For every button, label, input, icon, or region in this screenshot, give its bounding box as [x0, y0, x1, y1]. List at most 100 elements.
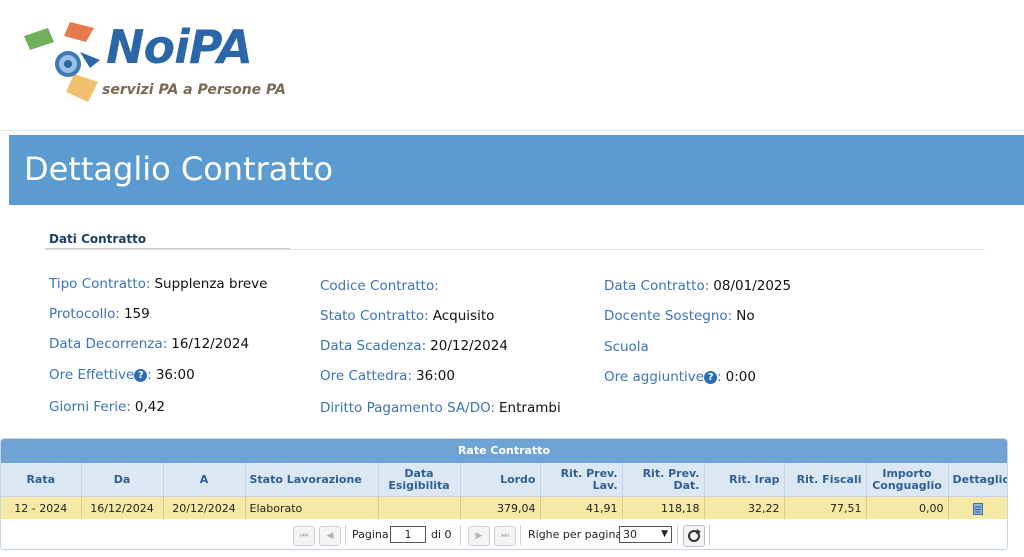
field-value: Acquisito: [432, 308, 495, 324]
field-value: 0,42: [134, 399, 165, 415]
field-scuola: Scuola: [604, 339, 653, 355]
rows-per-page-label: Righe per pagina:: [528, 528, 626, 541]
field-label: Data Scadenza:: [320, 338, 427, 354]
pager-divider: [345, 525, 346, 545]
table-header-row: Rata Da A Stato Lavorazione Data Esigibi…: [1, 463, 1007, 497]
field-stato-contratto: Stato Contratto: Acquisito: [320, 308, 494, 324]
field-label: Ore Cattedra:: [320, 368, 413, 384]
chevron-down-icon: ▼: [661, 529, 668, 539]
pager-divider: [460, 525, 461, 545]
rows-per-page-value: 30: [623, 528, 637, 541]
logo-mark-icon: [24, 22, 100, 102]
field-value: 20/12/2024: [430, 338, 508, 354]
section-title: Dati Contratto: [49, 232, 147, 246]
cell-stato-lavorazione: Elaborato: [245, 496, 379, 519]
pager-divider: [677, 525, 678, 545]
column-header-da[interactable]: Da: [81, 463, 164, 497]
column-header-lordo[interactable]: Lordo: [460, 463, 541, 497]
section-underline: [45, 248, 290, 249]
field-value: 36:00: [416, 368, 455, 384]
field-value: 08/01/2025: [713, 278, 792, 294]
cell-dettaglio: [948, 496, 1007, 519]
cell-importo-conguaglio: 0,00: [866, 496, 949, 519]
pager-divider: [520, 525, 521, 545]
field-value: 16/12/2024: [171, 336, 250, 352]
refresh-icon: [688, 529, 701, 542]
page-title: Dettaglio Contratto: [24, 150, 334, 188]
field-data-scadenza: Data Scadenza: 20/12/2024: [320, 338, 508, 354]
field-data-decorrenza: Data Decorrenza: 16/12/2024: [49, 336, 249, 352]
field-value: 0:00: [725, 369, 756, 385]
field-docente-sostegno: Docente Sostegno: No: [604, 308, 755, 324]
document-icon[interactable]: [972, 502, 983, 515]
field-tipo-contratto: Tipo Contratto: Supplenza breve: [49, 276, 267, 292]
field-label: Data Contratto:: [604, 278, 710, 294]
field-value: Entrambi: [499, 400, 561, 416]
field-ore-cattedra: Ore Cattedra: 36:00: [320, 368, 455, 384]
logo-brand: NoiPA: [106, 20, 253, 74]
column-header-dettaglio[interactable]: Dettaglio: [948, 463, 1007, 497]
field-value: Supplenza breve: [154, 276, 268, 292]
logo-tagline: servizi PA a Persone PA: [102, 82, 286, 98]
field-label: Tipo Contratto:: [49, 276, 151, 292]
prev-page-button[interactable]: ◀: [319, 526, 341, 546]
field-value: No: [736, 308, 755, 324]
cell-data-esigibilita: [378, 496, 461, 519]
field-data-contratto: Data Contratto: 08/01/2025: [604, 278, 791, 294]
rate-table: Rata Da A Stato Lavorazione Data Esigibi…: [1, 463, 1007, 519]
help-icon[interactable]: ?: [704, 371, 718, 384]
cell-da: 16/12/2024: [81, 496, 164, 519]
column-header-rit-prev-dat[interactable]: Rit. Prev. Dat.: [622, 463, 705, 497]
field-ore-effettive: Ore Effettive?:36:00: [49, 367, 195, 383]
field-label-suffix: :: [717, 369, 722, 385]
table-row[interactable]: 12 - 2024 16/12/2024 20/12/2024 Elaborat…: [1, 496, 1007, 519]
site-header: NoiPA servizi PA a Persone PA: [0, 0, 1024, 131]
column-header-rit-prev-lav[interactable]: Rit. Prev. Lav.: [540, 463, 623, 497]
column-header-a[interactable]: A: [163, 463, 246, 497]
page-title-bar: Dettaglio Contratto: [9, 135, 1024, 205]
field-label: Stato Contratto:: [320, 308, 429, 324]
column-header-rit-irap[interactable]: Rit. Irap: [704, 463, 785, 497]
cell-rit-fiscali: 77,51: [784, 496, 867, 519]
field-protocollo: Protocollo: 159: [49, 306, 150, 322]
rows-per-page-select[interactable]: 30 ▼: [619, 526, 672, 543]
noipa-logo[interactable]: NoiPA servizi PA a Persone PA: [20, 18, 300, 108]
field-label: Giorni Ferie:: [49, 399, 131, 415]
grid-caption: Rate Contratto: [1, 439, 1007, 463]
field-label: Docente Sostegno:: [604, 308, 733, 324]
field-label: Protocollo:: [49, 306, 120, 322]
pager-divider: [709, 525, 710, 545]
field-label: Diritto Pagamento SA/DO:: [320, 400, 496, 416]
field-label: Scuola: [604, 339, 649, 355]
column-header-importo-conguaglio[interactable]: Importo Conguaglio: [866, 463, 949, 497]
page-label: Pagina: [352, 528, 389, 541]
field-giorni-ferie: Giorni Ferie: 0,42: [49, 399, 165, 415]
field-label: Ore Effettive: [49, 367, 135, 383]
page-count-label: di 0: [431, 528, 452, 541]
field-value: 159: [123, 306, 150, 322]
field-codice-contratto: Codice Contratto:: [320, 278, 443, 294]
field-value: 36:00: [155, 367, 195, 383]
field-label: Ore aggiuntive: [604, 369, 705, 385]
help-icon[interactable]: ?: [134, 369, 148, 382]
refresh-button[interactable]: [683, 525, 705, 547]
column-header-rata[interactable]: Rata: [1, 463, 82, 497]
cell-rit-prev-dat: 118,18: [622, 496, 705, 519]
page-number-input[interactable]: 1: [390, 526, 426, 543]
section-divider: [45, 249, 985, 250]
cell-a: 20/12/2024: [163, 496, 246, 519]
last-page-button[interactable]: ⏭: [494, 526, 516, 546]
cell-lordo: 379,04: [460, 496, 541, 519]
rate-contratto-grid: Rate Contratto Rata Da A Stato Lavorazio…: [0, 438, 1008, 550]
column-header-stato-lavorazione[interactable]: Stato Lavorazione: [245, 463, 379, 497]
field-ore-aggiuntive: Ore aggiuntive?:0:00: [604, 369, 756, 385]
column-header-data-esigibilita[interactable]: Data Esigibilita: [378, 463, 461, 497]
column-header-rit-fiscali[interactable]: Rit. Fiscali: [784, 463, 867, 497]
next-page-button[interactable]: ▶: [468, 526, 490, 546]
cell-rit-irap: 32,22: [704, 496, 785, 519]
field-label: Data Decorrenza:: [49, 336, 168, 352]
cell-rit-prev-lav: 41,91: [540, 496, 623, 519]
first-page-button[interactable]: ⏮: [293, 526, 315, 546]
field-label-suffix: :: [147, 367, 152, 383]
cell-rata: 12 - 2024: [1, 496, 82, 519]
